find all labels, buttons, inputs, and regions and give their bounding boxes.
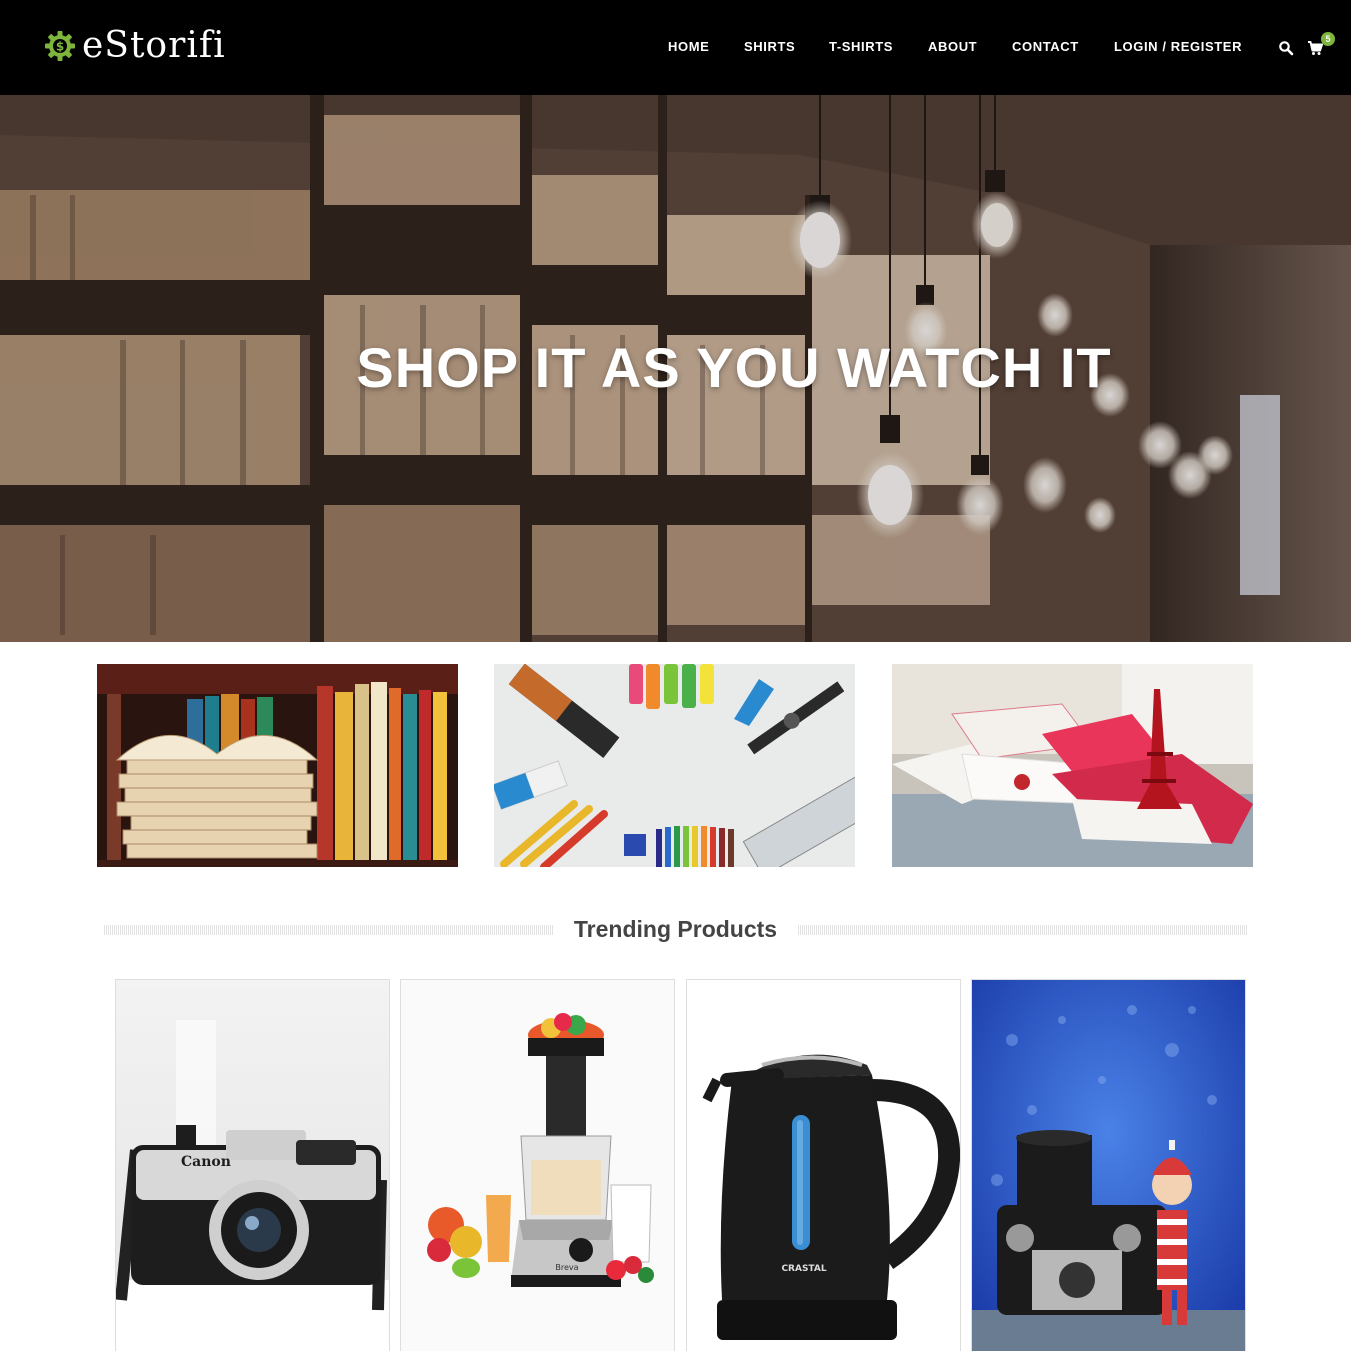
nav-login-register[interactable]: LOGIN / REGISTER	[1114, 38, 1242, 56]
hero-title: SHOP IT AS YOU WATCH IT	[356, 336, 1112, 399]
nav-shirts[interactable]: SHIRTS	[744, 38, 795, 56]
hero-banner: SHOP IT AS YOU WATCH IT	[0, 95, 1351, 642]
site-header: $ eStorifi HOME SHIRTS T-SHIRTS ABOUT CO…	[0, 0, 1351, 95]
canon-camera-image: Canon	[116, 980, 389, 1351]
stationery-image	[494, 664, 855, 867]
category-cards[interactable]	[892, 664, 1253, 867]
product-brand-label: Breva	[555, 1263, 578, 1272]
nav-about[interactable]: ABOUT	[928, 38, 977, 56]
camera-with-doll-image	[972, 980, 1245, 1351]
kettle-image: CRASTAL	[687, 980, 960, 1351]
greeting-cards-image	[892, 664, 1253, 867]
product-card[interactable]	[971, 979, 1246, 1351]
trending-section-header: Trending Products	[104, 912, 1247, 950]
gear-dollar-icon: $	[45, 31, 75, 61]
cart-icon[interactable]	[1307, 40, 1323, 56]
svg-text:$: $	[56, 40, 64, 54]
search-icon[interactable]	[1278, 40, 1294, 56]
cart-count-badge: 5	[1321, 32, 1335, 46]
product-brand-label: Canon	[181, 1154, 231, 1170]
site-logo[interactable]: $ eStorifi	[44, 26, 226, 66]
category-books[interactable]	[97, 664, 458, 867]
product-brand-label: CRASTAL	[781, 1264, 826, 1274]
category-stationery[interactable]	[494, 664, 855, 867]
product-card[interactable]: Breva	[400, 979, 675, 1351]
juicer-image: Breva	[401, 980, 674, 1351]
product-card[interactable]: Canon	[115, 979, 390, 1351]
nav-t-shirts[interactable]: T-SHIRTS	[829, 38, 893, 56]
nav-home[interactable]: HOME	[668, 38, 709, 56]
section-title: Trending Products	[573, 916, 778, 942]
product-card[interactable]: CRASTAL	[686, 979, 961, 1351]
logo-text: eStorifi	[82, 25, 226, 66]
nav-contact[interactable]: CONTACT	[1012, 38, 1079, 56]
books-image	[97, 664, 458, 867]
